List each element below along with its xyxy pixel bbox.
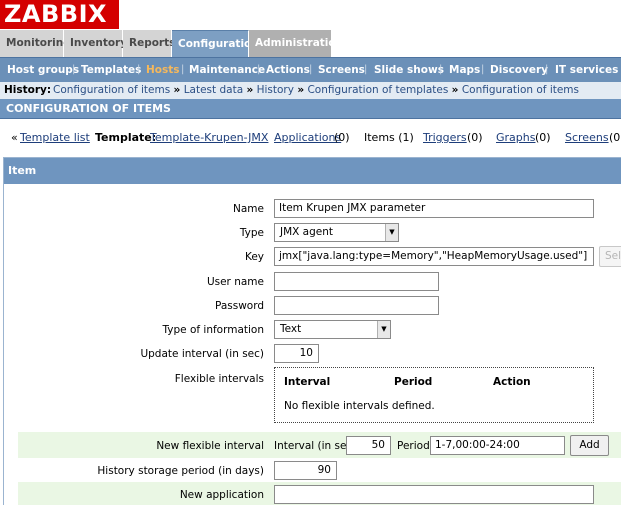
graphs-count: (0) — [535, 131, 551, 144]
password-label: Password — [214, 300, 264, 312]
submenu-separator: | — [72, 64, 76, 75]
nav-lead-arrow: « — [11, 131, 18, 144]
graphs-link[interactable]: Graphs — [496, 125, 535, 150]
update-interval-input[interactable]: 10 — [274, 344, 319, 363]
submenu-separator: | — [439, 64, 443, 75]
applications-count: (0) — [334, 131, 350, 144]
menu-inventory-label: Inventory — [70, 37, 128, 49]
new-application-input[interactable] — [274, 485, 594, 504]
new-flex-period-label: Period — [397, 440, 430, 452]
page-title: CONFIGURATION OF ITEMS — [0, 99, 621, 119]
history-bar: History: Configuration of items » Latest… — [0, 82, 621, 99]
new-flex-interval-label: Interval (in sec) — [274, 440, 357, 452]
submenu-separator: | — [309, 64, 313, 75]
flex-col-interval: Interval — [284, 376, 331, 388]
add-flex-interval-button[interactable]: Add — [570, 435, 609, 456]
breadcrumb-separator: » — [246, 84, 254, 96]
flex-empty-message: No flexible intervals defined. — [284, 400, 435, 412]
new-flex-interval-input[interactable]: 50 — [346, 436, 391, 455]
password-input[interactable] — [274, 296, 439, 315]
update-interval-label: Update interval (in sec) — [140, 348, 264, 360]
menu-inventory[interactable]: Inventory — [64, 30, 127, 57]
submenu-separator: | — [137, 64, 141, 75]
sub-menu: Host groups | Templates | Hosts | Mainte… — [0, 57, 621, 82]
history-label: History: — [4, 84, 52, 96]
type-info-select-value: Text — [280, 323, 302, 335]
flex-col-action: Action — [493, 376, 531, 388]
breadcrumb: Configuration of items » Latest data » H… — [53, 82, 579, 99]
items-count: Items (1) — [364, 131, 414, 144]
submenu-separator: | — [481, 64, 485, 75]
menu-monitoring[interactable]: Monitoring — [0, 30, 71, 57]
new-flex-period-input[interactable]: 1-7,00:00-24:00 — [430, 436, 565, 455]
breadcrumb-link[interactable]: Configuration of templates — [307, 84, 448, 96]
breadcrumb-link[interactable]: Configuration of items — [53, 84, 170, 96]
submenu-hosts[interactable]: Hosts — [146, 58, 180, 82]
type-select[interactable]: JMX agent ▼ — [274, 223, 399, 242]
main-menu: Monitoring Inventory Reports Configurati… — [0, 30, 621, 57]
submenu-screens[interactable]: Screens — [318, 58, 365, 82]
submenu-host-groups[interactable]: Host groups — [7, 58, 79, 82]
item-form-header: Item — [4, 158, 621, 184]
zabbix-logo[interactable]: ZABBIX — [0, 0, 119, 29]
key-input[interactable]: jmx["java.lang:type=Memory","HeapMemoryU… — [274, 247, 594, 266]
template-name-link[interactable]: Template-Krupen-JMX — [150, 125, 268, 150]
template-label: Template: — [95, 131, 157, 144]
menu-configuration-label: Configuration — [178, 38, 259, 50]
type-info-select[interactable]: Text ▼ — [274, 320, 391, 339]
key-label: Key — [244, 251, 264, 263]
new-application-label: New application — [179, 489, 264, 501]
submenu-discovery[interactable]: Discovery — [490, 58, 548, 82]
submenu-separator: | — [257, 64, 261, 75]
submenu-separator: | — [545, 64, 549, 75]
history-period-input[interactable]: 90 — [274, 461, 337, 480]
menu-administration-label: Administration — [255, 37, 344, 49]
chevron-down-icon: ▼ — [385, 224, 398, 241]
template-list-link[interactable]: Template list — [20, 125, 90, 150]
key-select-button[interactable]: Sel — [599, 246, 621, 267]
breadcrumb-link[interactable]: History — [257, 84, 294, 96]
submenu-slide-shows[interactable]: Slide shows — [374, 58, 444, 82]
submenu-maps[interactable]: Maps — [449, 58, 480, 82]
flexible-intervals-table: Interval Period Action No flexible inter… — [274, 367, 594, 423]
breadcrumb-separator: » — [451, 84, 459, 96]
template-nav: « Template list Template: Template-Krupe… — [0, 125, 621, 150]
applications-link[interactable]: Applications — [274, 125, 341, 150]
breadcrumb-link[interactable]: Latest data — [184, 84, 243, 96]
menu-administration[interactable]: Administration — [249, 30, 343, 57]
chevron-down-icon: ▼ — [377, 321, 390, 338]
history-period-label: History storage period (in days) — [97, 465, 264, 477]
triggers-link[interactable]: Triggers — [423, 125, 467, 150]
submenu-actions[interactable]: Actions — [266, 58, 310, 82]
flex-col-period: Period — [394, 376, 433, 388]
triggers-count: (0) — [467, 131, 483, 144]
submenu-templates[interactable]: Templates — [81, 58, 141, 82]
breadcrumb-separator: » — [173, 84, 181, 96]
submenu-separator: | — [181, 64, 185, 75]
menu-reports[interactable]: Reports — [123, 30, 176, 57]
menu-reports-label: Reports — [129, 37, 176, 49]
menu-monitoring-label: Monitoring — [6, 37, 71, 49]
breadcrumb-link[interactable]: Configuration of items — [462, 84, 579, 96]
submenu-maintenance[interactable]: Maintenance — [189, 58, 265, 82]
type-info-label: Type of information — [162, 324, 264, 336]
screens-count: (0 — [609, 131, 621, 144]
menu-configuration[interactable]: Configuration — [172, 30, 259, 57]
submenu-it-services[interactable]: IT services — [555, 58, 618, 82]
type-select-value: JMX agent — [280, 226, 334, 238]
screens-link[interactable]: Screens — [565, 125, 609, 150]
username-input[interactable] — [274, 272, 439, 291]
breadcrumb-separator: » — [297, 84, 305, 96]
username-label: User name — [206, 276, 264, 288]
flexible-intervals-label: Flexible intervals — [174, 373, 264, 385]
type-label: Type — [239, 227, 264, 239]
new-flex-label: New flexible interval — [156, 440, 264, 452]
name-label: Name — [233, 203, 264, 215]
submenu-separator: | — [364, 64, 368, 75]
name-input[interactable]: Item Krupen JMX parameter — [274, 199, 594, 218]
